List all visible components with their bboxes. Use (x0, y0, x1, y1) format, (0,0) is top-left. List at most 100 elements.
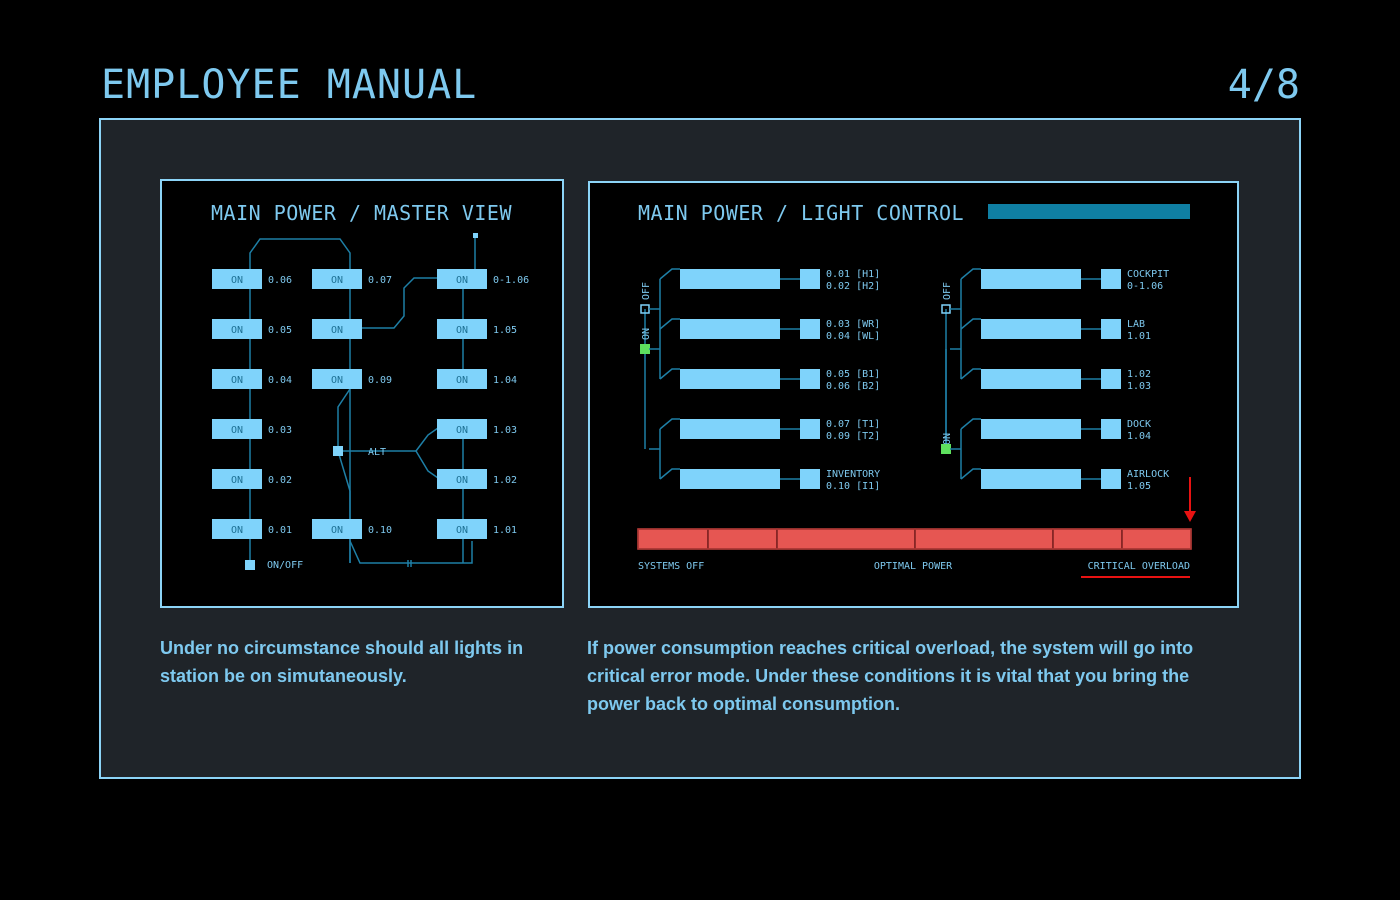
master-switch-label: ON (331, 525, 343, 536)
master-switch-label: ON (456, 525, 468, 536)
right-row-line1: COCKPIT (1127, 269, 1169, 280)
right-light-switch[interactable] (1101, 319, 1121, 339)
left-row-line1: 0.03 [WR] (826, 319, 880, 330)
right-light-bar[interactable] (981, 369, 1081, 389)
master-switch-label: ON (231, 375, 243, 386)
right-row-line2: 1.03 (1127, 381, 1151, 392)
left-light-bar[interactable] (680, 469, 780, 489)
master-switch-label: ON (231, 525, 243, 536)
left-light-switch[interactable] (800, 319, 820, 339)
master-view-diagram: ALT ON/OFF ON 0.06 ON 0.05 ON 0.04 ON 0.03 ON 0.02 O… (212, 233, 529, 571)
meter-label-optimal: OPTIMAL POWER (874, 561, 953, 572)
right-light-switch[interactable] (1101, 469, 1121, 489)
right-row-line1: DOCK (1127, 419, 1151, 430)
power-meter-segment (637, 528, 709, 550)
left-light-switch[interactable] (800, 369, 820, 389)
left-light-bar[interactable] (680, 419, 780, 439)
onoff-node[interactable] (245, 560, 255, 570)
right-row-line1: LAB (1127, 319, 1145, 330)
left-row-line2: 0.04 [WL] (826, 331, 880, 342)
right-branch-wire (960, 268, 981, 280)
left-row-line1: INVENTORY (826, 469, 880, 480)
master-switch-label: ON (331, 275, 343, 286)
alt-branch-up (415, 427, 439, 452)
light-control-panel: MAIN POWER / LIGHT CONTROL OFF ON 0.01 [H1… (588, 181, 1239, 608)
right-on-node[interactable] (941, 444, 951, 454)
master-switch-code: 1.03 (493, 425, 517, 436)
right-row-line1: AIRLOCK (1127, 469, 1169, 480)
master-switch-label: ON (231, 275, 243, 286)
master-switch-code: 0-1.06 (493, 275, 529, 286)
left-branch-wire (659, 268, 680, 280)
right-light-switch[interactable] (1101, 419, 1121, 439)
right-on-label: ON (942, 433, 953, 445)
master-switch-label: ON (231, 475, 243, 486)
right-branch-wire (960, 318, 981, 330)
bottom-link-wire (349, 540, 473, 564)
master-switch-code: 0.02 (268, 475, 292, 486)
right-branch-wire (960, 418, 981, 430)
left-light-bar[interactable] (680, 369, 780, 389)
right-off-label: OFF (942, 282, 953, 300)
master-switch-code: 1.05 (493, 325, 517, 336)
right-light-bar[interactable] (981, 469, 1081, 489)
right-light-switch[interactable] (1101, 369, 1121, 389)
power-meter-segment (1052, 528, 1123, 550)
master-switch-code: 0.01 (268, 525, 292, 536)
left-branch-wire (659, 368, 680, 380)
left-row-line1: 0.05 [B1] (826, 369, 880, 380)
light-control-diagram: OFF ON 0.01 [H1]0.02 [H2] 0.03 [WR]0.04 [WL… (637, 268, 1196, 578)
left-light-bar[interactable] (680, 319, 780, 339)
meter-label-systems-off: SYSTEMS OFF (638, 561, 704, 572)
left-light-switch[interactable] (800, 269, 820, 289)
page-title: EMPLOYEE MANUAL (101, 62, 478, 108)
left-row-line2: 0.09 [T2] (826, 431, 880, 442)
power-meter-segment (707, 528, 778, 550)
left-branch-wire (659, 468, 680, 480)
master-switch-code: 0.04 (268, 375, 292, 386)
power-meter-segment (1121, 528, 1192, 550)
left-branch-wire (659, 318, 680, 330)
master-switch-code: 0.07 (368, 275, 392, 286)
caption-left: Under no circumstance should all lights … (160, 638, 524, 686)
master-switch-code: 1.02 (493, 475, 517, 486)
right-row-line2: 1.05 (1127, 481, 1151, 492)
master-switch-label: ON (456, 375, 468, 386)
master-switch-code: 1.01 (493, 525, 517, 536)
master-switch-code: 0.06 (268, 275, 292, 286)
power-meter-segment (776, 528, 916, 550)
right-light-bar[interactable] (981, 419, 1081, 439)
left-row-line2: 0.10 [I1] (826, 481, 880, 492)
right-row-line2: 1.01 (1127, 331, 1151, 342)
page-number: 4/8 (1227, 62, 1300, 108)
meter-label-critical: CRITICAL OVERLOAD (1088, 561, 1190, 572)
left-on-label: ON (641, 328, 652, 340)
right-row-line2: 0-1.06 (1127, 281, 1163, 292)
middle-lower-wire (337, 450, 351, 563)
left-off-label: OFF (641, 282, 652, 300)
overload-arrow-head-icon (1184, 511, 1196, 522)
power-meter-segment (914, 528, 1054, 550)
left-branch-wire (659, 418, 680, 430)
left-on-node[interactable] (640, 344, 650, 354)
master-switch-label: ON (456, 275, 468, 286)
left-light-switch[interactable] (800, 419, 820, 439)
master-switch-code: 0.03 (268, 425, 292, 436)
right-light-bar[interactable] (981, 269, 1081, 289)
master-switch-label: ON (331, 325, 343, 336)
onoff-label: ON/OFF (267, 560, 303, 571)
master-switch-label: ON (456, 475, 468, 486)
master-switch-code: 1.04 (493, 375, 517, 386)
left-light-switch[interactable] (800, 469, 820, 489)
caption-right: If power consumption reaches critical ov… (587, 638, 1194, 714)
left-light-bar[interactable] (680, 269, 780, 289)
right-row-line1: 1.02 (1127, 369, 1151, 380)
right-row-line2: 1.04 (1127, 431, 1151, 442)
master-switch-code: 0.10 (368, 525, 392, 536)
master-switch-label: ON (331, 375, 343, 386)
master-switch-label: ON (231, 325, 243, 336)
master-switch-code: 0.05 (268, 325, 292, 336)
right-light-bar[interactable] (981, 319, 1081, 339)
right-light-switch[interactable] (1101, 269, 1121, 289)
right-branch-wire (960, 468, 981, 480)
